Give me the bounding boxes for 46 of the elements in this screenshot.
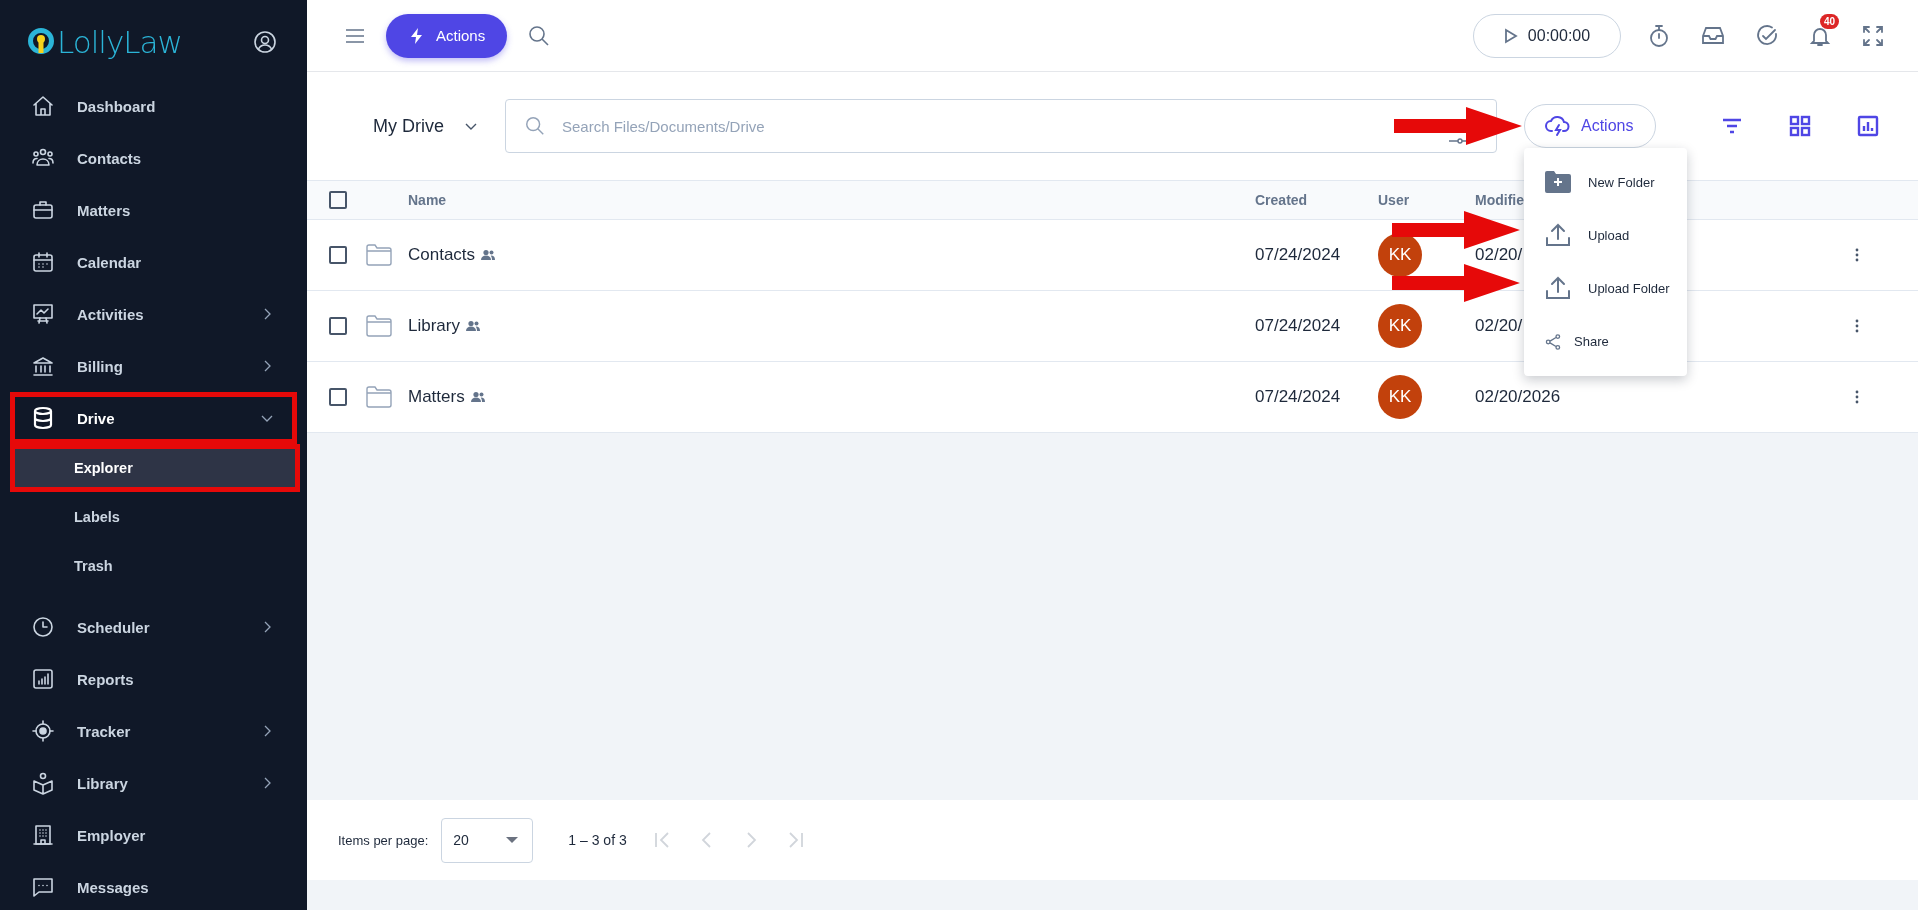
- nav-subitem[interactable]: Trash: [15, 546, 295, 586]
- column-header: Name: [408, 192, 447, 208]
- table-cell-text: 07/24/2024: [1255, 387, 1342, 407]
- column-header: Created: [1255, 192, 1308, 208]
- menu-item[interactable]: Upload Folder: [1524, 262, 1687, 315]
- search-field[interactable]: Search Files/Documents/Drive: [505, 99, 1497, 153]
- search-input[interactable]: Search Files/Documents/Drive: [560, 100, 1264, 152]
- table-cell-text: 02/20/: [1475, 316, 1524, 336]
- file-name[interactable]: Matters: [408, 387, 465, 407]
- file-name[interactable]: Library: [408, 316, 460, 336]
- file-name[interactable]: Contacts: [408, 245, 476, 265]
- nav-item[interactable]: Library: [15, 761, 292, 805]
- nav-item[interactable]: Activities: [15, 292, 292, 336]
- nav-item[interactable]: Calendar: [15, 240, 292, 284]
- items-per-page-label: Items per page:: [338, 832, 429, 848]
- timer-button[interactable]: 00:00:00: [1473, 13, 1621, 58]
- nav-item[interactable]: Scheduler: [15, 605, 292, 649]
- nav-subitem[interactable]: Labels: [15, 497, 295, 537]
- nav-item[interactable]: Drive: [15, 396, 292, 440]
- nav-item[interactable]: Reports: [15, 657, 292, 701]
- table-cell-text: 02/20/2026: [1475, 387, 1562, 407]
- drive-dropdown[interactable]: My Drive: [373, 115, 478, 137]
- nav-item[interactable]: Tracker: [15, 709, 292, 753]
- table-cell-text: 02/20/: [1475, 245, 1524, 265]
- page-range: 1 – 3 of 3: [568, 832, 627, 848]
- logo: LollyLaw: [27, 24, 182, 60]
- user-avatar: KK: [1378, 304, 1422, 348]
- nav-item[interactable]: Dashboard: [15, 84, 292, 128]
- menu-item[interactable]: Upload: [1524, 209, 1687, 262]
- nav-item[interactable]: Contacts: [15, 136, 292, 180]
- page-size-select[interactable]: 20: [441, 817, 534, 863]
- nav-item[interactable]: Messages: [15, 865, 292, 909]
- user-avatar: KK: [1378, 375, 1422, 419]
- menu-item[interactable]: New Folder: [1524, 156, 1687, 209]
- table-cell-text: 07/24/2024: [1255, 316, 1342, 336]
- menu-item[interactable]: Share: [1524, 315, 1687, 368]
- actions-button[interactable]: Actions: [386, 13, 508, 58]
- actions-button[interactable]: Actions: [1524, 104, 1657, 148]
- table-cell-text: 07/24/2024: [1255, 245, 1342, 265]
- nav-item[interactable]: Employer: [15, 813, 292, 857]
- column-header: Modifie: [1475, 192, 1524, 208]
- nav-item[interactable]: Matters: [15, 188, 292, 232]
- notification-count: 40: [1820, 13, 1840, 29]
- user-avatar: KK: [1378, 233, 1422, 277]
- column-header: User: [1378, 192, 1410, 208]
- nav-item[interactable]: Billing: [15, 344, 292, 388]
